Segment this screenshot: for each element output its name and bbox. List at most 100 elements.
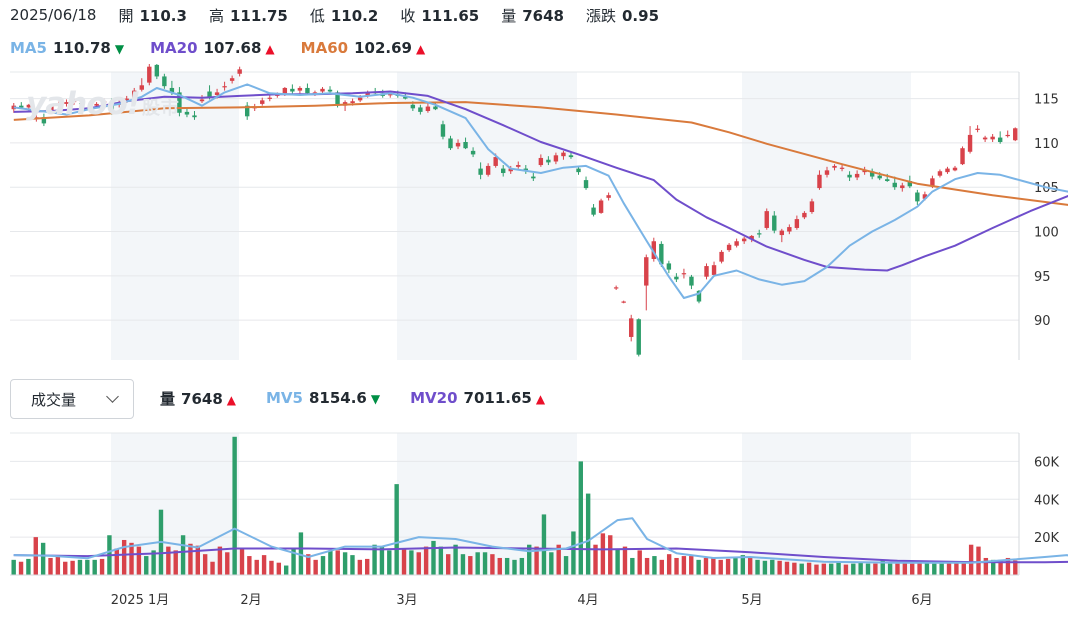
candle-body: [192, 115, 197, 118]
candle-body: [440, 124, 446, 137]
open-price: 開 110.3: [118, 6, 187, 25]
candle-body: [485, 165, 491, 175]
volume-bar: [55, 556, 61, 575]
candle-body: [997, 137, 1003, 143]
candle-body: [877, 175, 882, 179]
volume-bar: [129, 542, 134, 575]
volume-bar: [873, 563, 878, 575]
volume-bar: [512, 559, 517, 575]
volume-bar: [821, 563, 827, 575]
low-price: 低 110.2: [309, 6, 379, 25]
candle-body: [478, 168, 483, 175]
candle-body: [847, 174, 852, 178]
volume-bar: [939, 563, 944, 575]
volume-bar: [202, 554, 208, 575]
y-tick-label: 90: [1034, 314, 1051, 329]
candle-body: [779, 230, 785, 236]
candle-body: [553, 155, 559, 162]
volume-bar: [387, 550, 392, 575]
volume-bar: [946, 562, 952, 575]
volume-bar: [497, 557, 502, 575]
volume-bar: [747, 557, 753, 575]
candle-body: [681, 273, 687, 275]
indicator-select[interactable]: 成交量: [10, 379, 134, 419]
volume-bar: [571, 531, 576, 575]
volume-bar: [188, 543, 193, 575]
volume-bar: [504, 557, 510, 575]
mv5-legend: MV5 8154.6 ▼: [266, 389, 381, 407]
candle-body: [832, 165, 837, 168]
volume-bar: [217, 546, 223, 575]
volume-bar: [755, 559, 760, 575]
volume-chart[interactable]: 60K 40K 20K 2025 1月 2月 3月 4月 5月 6月: [0, 425, 1068, 619]
volume-bar: [954, 562, 959, 575]
volume-bar: [666, 554, 672, 575]
candle-body: [794, 219, 800, 228]
vol-legend: 量 7648 ▲: [160, 389, 236, 408]
volume-bar: [895, 563, 900, 575]
volume-bar: [806, 562, 812, 575]
close-price: 收 111.65: [400, 6, 480, 25]
ma-legend: MA5 110.78 ▼ MA20 107.68 ▲ MA60 102.69 ▲: [10, 37, 451, 59]
volume-bar: [762, 560, 768, 575]
candle-body: [900, 185, 905, 189]
volume-bar: [836, 562, 841, 575]
volume-bar: [468, 556, 473, 575]
candle-body: [741, 238, 747, 242]
candle-body: [629, 318, 634, 337]
candle-body: [260, 100, 265, 104]
volume-bar: [585, 493, 591, 575]
volume-bar: [887, 563, 893, 575]
volume-bar: [283, 565, 289, 575]
candle-body: [892, 182, 897, 188]
candle-body: [598, 200, 604, 213]
volume-bar: [276, 562, 282, 575]
volume-bar: [541, 514, 547, 575]
candle-body: [854, 173, 860, 178]
arrow-up-icon: ▲: [415, 42, 426, 56]
volume-bar: [121, 539, 127, 575]
volume-bar: [99, 558, 105, 575]
x-month-label: 6月: [911, 593, 932, 608]
volume-bar: [777, 560, 782, 575]
candle-body: [147, 66, 152, 83]
candle-body: [455, 142, 461, 147]
volume-bar: [225, 552, 230, 575]
volume-bar: [902, 562, 908, 575]
volume-bar: [136, 546, 142, 575]
volume-bar: [519, 557, 525, 575]
candle-body: [320, 88, 325, 92]
volume-bar: [910, 563, 915, 575]
candle-body: [945, 168, 950, 173]
volume-bar: [718, 559, 723, 575]
volume-bar: [438, 546, 444, 575]
candle-body: [290, 88, 295, 92]
volume-bar: [365, 558, 370, 575]
volume-bar: [549, 552, 554, 575]
candle-body: [636, 319, 641, 355]
volume-bar: [482, 552, 488, 575]
volume-bar: [563, 556, 569, 575]
volume-bar: [703, 557, 709, 575]
volume-bar: [85, 559, 90, 575]
candle-body: [824, 170, 830, 175]
volume-bar: [335, 550, 340, 575]
volume-bar: [917, 562, 922, 575]
volume-bar: [608, 535, 613, 575]
volume-bar: [11, 559, 16, 575]
y-tick-label: 110: [1034, 137, 1059, 152]
y-tick-label: 40K: [1034, 493, 1060, 508]
candle-body: [1013, 128, 1018, 141]
candle-body: [1005, 134, 1010, 137]
candle-body: [734, 241, 739, 246]
candle-body: [967, 134, 973, 152]
candle-body: [719, 251, 724, 262]
volume-bar: [63, 561, 68, 575]
candle-body: [501, 168, 506, 174]
volume-bar: [865, 563, 871, 575]
volume-bar: [696, 559, 701, 575]
candle-body: [990, 136, 995, 140]
candle-body: [546, 159, 551, 163]
candle-body: [531, 176, 536, 179]
candle-body: [802, 212, 807, 218]
